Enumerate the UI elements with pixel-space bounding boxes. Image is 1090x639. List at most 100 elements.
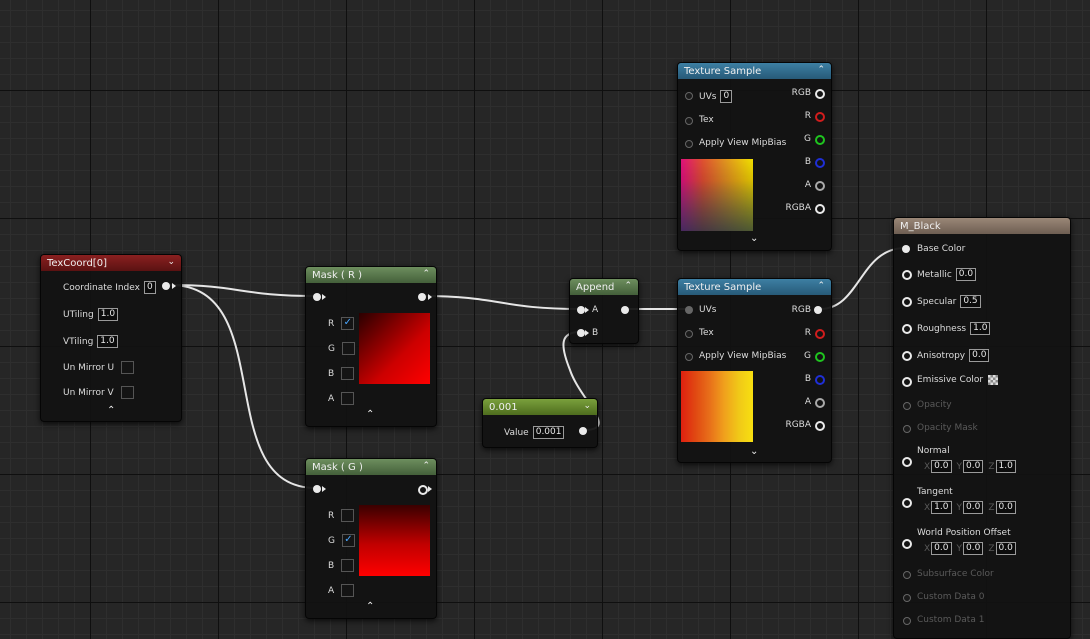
chevron-up-icon[interactable]: ⌃ (422, 461, 430, 471)
collapse-up-icon[interactable]: ⌃ (366, 601, 374, 612)
mask-g-checkbox-g[interactable]: ✓ (341, 534, 355, 547)
specular-field[interactable]: 0.5 (960, 295, 981, 308)
output-a-pin[interactable] (815, 398, 825, 408)
collapse-up-icon[interactable]: ⌃ (107, 405, 115, 416)
append-input-a-pin[interactable] (577, 306, 585, 314)
texcoord-node[interactable]: TexCoord[0] ⌄ Coordinate Index 0 UTiling… (40, 254, 182, 422)
texture-sample-mid-node[interactable]: Texture Sample ⌃ UVs Tex Apply View MipB… (677, 278, 832, 463)
subsurface-pin (903, 571, 911, 579)
metallic-pin[interactable] (902, 270, 912, 280)
uvs-input-pin[interactable] (685, 92, 693, 100)
wpo-z-field[interactable]: 0.0 (995, 542, 1016, 555)
normal-y-field[interactable]: 0.0 (963, 460, 984, 473)
mask-g-checkbox-b[interactable] (341, 559, 355, 572)
uvs-field[interactable]: 0 (720, 90, 733, 103)
mask-g-node[interactable]: Mask ( G ) ⌃ R G ✓ B A ⌃ (305, 458, 437, 619)
mask-r-output-pin[interactable] (418, 293, 426, 301)
metallic-field[interactable]: 0.0 (955, 268, 977, 281)
collapse-up-icon[interactable]: ⌃ (366, 409, 374, 420)
mipbias-input-pin[interactable] (685, 353, 693, 361)
roughness-field[interactable]: 1.0 (970, 322, 991, 335)
output-g-pin[interactable] (815, 135, 825, 145)
anisotropy-label: Anisotropy (917, 350, 966, 361)
tangent-label: Tangent (917, 487, 953, 497)
vtiling-field[interactable]: 1.0 (97, 335, 118, 348)
axis-z-label: Z (988, 543, 995, 554)
mirror-v-checkbox[interactable] (120, 386, 134, 399)
chevron-up-icon[interactable]: ⌃ (422, 269, 430, 279)
emissive-color-swatch[interactable] (988, 375, 999, 385)
output-rgba-pin[interactable] (815, 421, 825, 431)
texture-sample-top-node[interactable]: Texture Sample ⌃ UVs 0 Tex Apply View Mi… (677, 62, 832, 251)
constant-node[interactable]: 0.001 ⌄ Value 0.001 (482, 398, 598, 448)
mask-r-checkbox-b[interactable] (341, 367, 355, 380)
utiling-field[interactable]: 1.0 (97, 308, 119, 321)
append-output-pin[interactable] (621, 306, 629, 314)
tangent-y-field[interactable]: 0.0 (963, 501, 984, 514)
mask-g-header[interactable]: Mask ( G ) ⌃ (306, 459, 436, 475)
output-r-pin[interactable] (815, 112, 825, 122)
coord-index-field[interactable]: 0 (143, 281, 156, 294)
chevron-up-icon[interactable]: ⌃ (817, 281, 825, 291)
normal-pin[interactable] (902, 457, 912, 467)
wpo-pin[interactable] (902, 539, 912, 549)
output-r-pin[interactable] (815, 329, 825, 339)
output-rgb-pin[interactable] (815, 89, 825, 99)
output-b-pin[interactable] (815, 375, 825, 385)
constant-output-pin[interactable] (579, 427, 587, 435)
tangent-x-field[interactable]: 1.0 (931, 501, 952, 514)
output-a-pin[interactable] (815, 181, 825, 191)
append-input-b-pin[interactable] (577, 329, 585, 337)
tex-input-pin[interactable] (685, 330, 693, 338)
subsurface-label: Subsurface Color (917, 569, 994, 579)
wpo-x-field[interactable]: 0.0 (931, 542, 952, 555)
collapse-down-icon[interactable]: ⌄ (750, 233, 758, 244)
material-result-node[interactable]: M_Black Base Color Metallic 0.0 Specular… (893, 217, 1071, 639)
constant-value-field[interactable]: 0.001 (532, 426, 565, 439)
texture-sample-mid-header[interactable]: Texture Sample ⌃ (678, 279, 831, 295)
append-header[interactable]: Append ⌃ (570, 279, 638, 295)
roughness-pin[interactable] (902, 324, 912, 334)
texcoord-header[interactable]: TexCoord[0] ⌄ (41, 255, 181, 271)
collapse-down-icon[interactable]: ⌄ (750, 446, 758, 457)
tex-input-pin[interactable] (685, 117, 693, 125)
texture-sample-top-header[interactable]: Texture Sample ⌃ (678, 63, 831, 79)
chevron-up-icon[interactable]: ⌃ (817, 65, 825, 75)
emissive-pin[interactable] (902, 377, 912, 387)
mask-g-input-pin[interactable] (313, 485, 321, 493)
normal-x-field[interactable]: 0.0 (931, 460, 952, 473)
mask-r-checkbox-g[interactable] (341, 342, 355, 355)
mask-r-node[interactable]: Mask ( R ) ⌃ R ✓ G B A ⌃ (305, 266, 437, 427)
mask-r-checkbox-a[interactable] (341, 392, 355, 405)
normal-z-field[interactable]: 1.0 (995, 460, 1016, 473)
chevron-down-icon[interactable]: ⌄ (583, 401, 591, 411)
uvs-input-pin[interactable] (685, 306, 693, 314)
anisotropy-pin[interactable] (902, 351, 912, 361)
output-rgba-pin[interactable] (815, 204, 825, 214)
chevron-up-icon[interactable]: ⌃ (624, 281, 632, 291)
mirror-u-checkbox[interactable] (121, 361, 135, 374)
mipbias-input-pin[interactable] (685, 140, 693, 148)
output-g-pin[interactable] (815, 352, 825, 362)
mask-g-output-pin[interactable] (418, 485, 428, 495)
wpo-y-field[interactable]: 0.0 (963, 542, 984, 555)
output-b-pin[interactable] (815, 158, 825, 168)
chevron-down-icon[interactable]: ⌄ (167, 257, 175, 267)
specular-pin[interactable] (902, 297, 912, 307)
material-header[interactable]: M_Black (894, 218, 1070, 234)
append-node[interactable]: Append ⌃ A B (569, 278, 639, 344)
tangent-z-field[interactable]: 0.0 (995, 501, 1016, 514)
mask-g-checkbox-a[interactable] (341, 584, 355, 597)
anisotropy-field[interactable]: 0.0 (969, 349, 990, 362)
mask-r-input-pin[interactable] (313, 293, 321, 301)
custom0-label: Custom Data 0 (917, 592, 985, 602)
constant-header[interactable]: 0.001 ⌄ (483, 399, 597, 415)
mask-r-header[interactable]: Mask ( R ) ⌃ (306, 267, 436, 283)
output-rgb-pin[interactable] (814, 306, 822, 314)
texcoord-output-pin[interactable] (162, 282, 170, 290)
mask-g-checkbox-r[interactable] (341, 509, 355, 522)
mask-r-checkbox-r[interactable]: ✓ (341, 317, 355, 330)
base-color-pin[interactable] (902, 245, 910, 253)
uvs-label: UVs (699, 91, 717, 102)
tangent-pin[interactable] (902, 498, 912, 508)
